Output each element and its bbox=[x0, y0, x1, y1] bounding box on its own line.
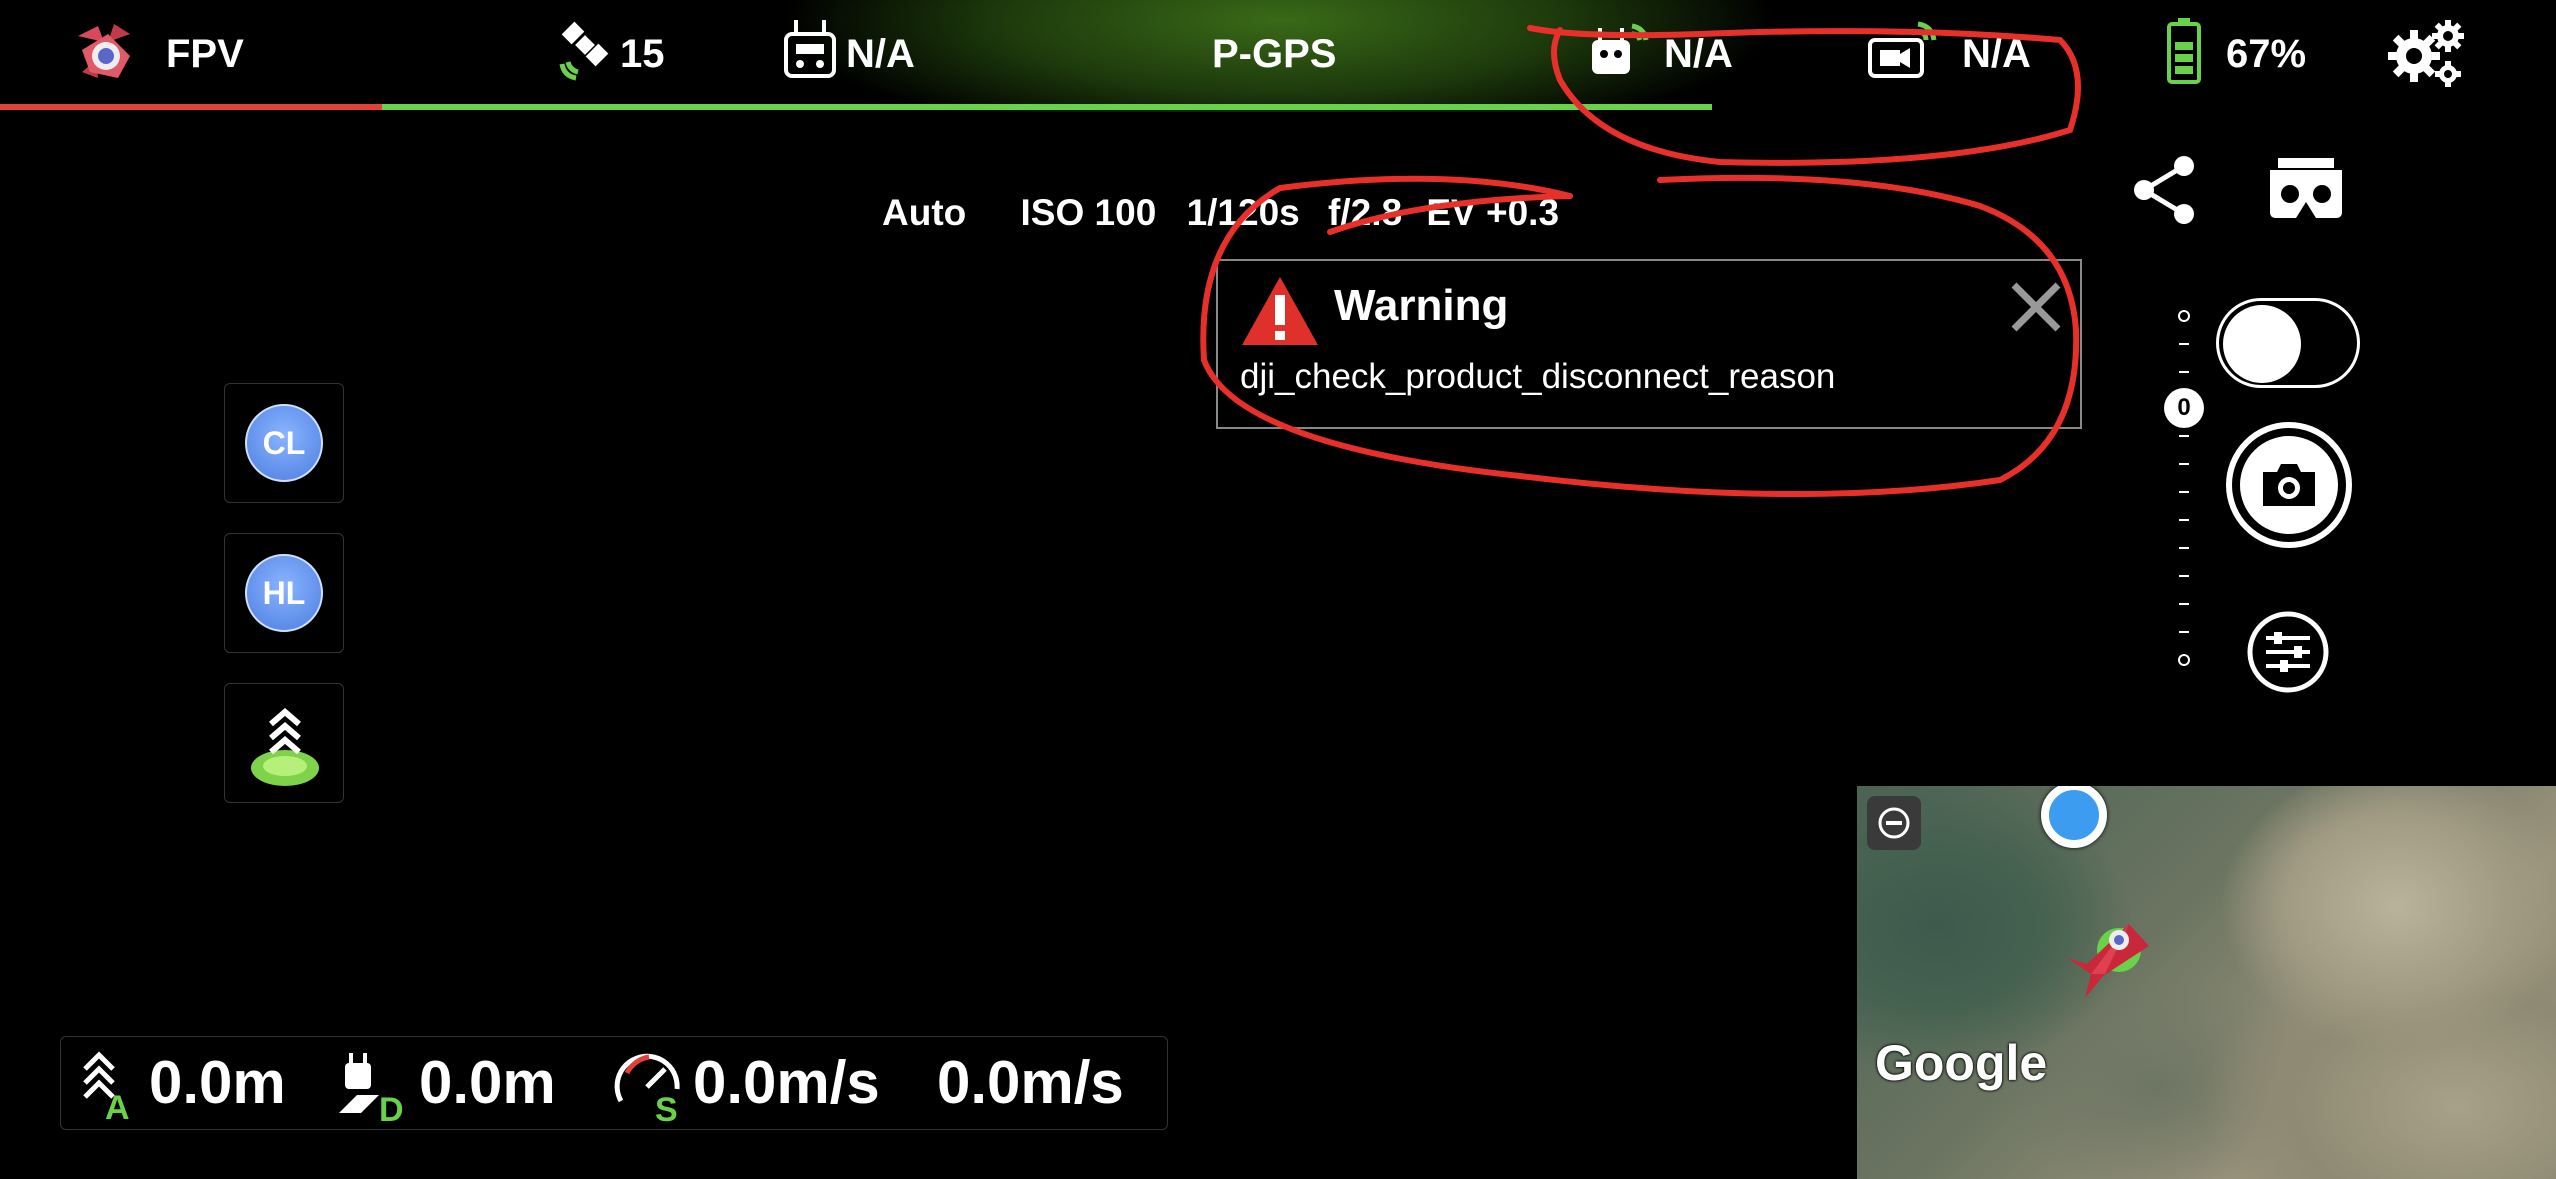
aircraft-signal-icon bbox=[1588, 18, 1652, 82]
distance-icon: D bbox=[337, 1051, 407, 1129]
course-lock-label: CL bbox=[245, 404, 323, 482]
map-minimize-button[interactable] bbox=[1867, 796, 1921, 850]
flight-mode-label[interactable]: P-GPS bbox=[1212, 30, 1336, 78]
home-lock-button[interactable]: HL bbox=[224, 533, 344, 653]
shutter-speed: 1/120s bbox=[1186, 192, 1300, 233]
exposure-mode: Auto bbox=[882, 192, 967, 233]
warning-message: dji_check_product_disconnect_reason bbox=[1240, 357, 1836, 396]
battery-icon bbox=[2166, 18, 2202, 84]
video-link-icon bbox=[1866, 18, 1938, 82]
remote-signal-value: N/A bbox=[846, 32, 915, 76]
home-lock-label: HL bbox=[245, 554, 323, 632]
takeoff-button[interactable] bbox=[224, 683, 344, 803]
takeoff-icon bbox=[245, 698, 325, 790]
settings-gear-icon[interactable] bbox=[2386, 16, 2468, 88]
shutter-button[interactable] bbox=[2226, 422, 2352, 548]
exposure-slider-thumb[interactable]: 0 bbox=[2164, 388, 2204, 428]
iso-value: ISO 100 bbox=[1020, 192, 1157, 233]
video-signal-value: N/A bbox=[1962, 32, 2031, 76]
aircraft-signal-value: N/A bbox=[1664, 32, 1733, 76]
aircraft-marker-icon bbox=[2057, 902, 2167, 1012]
svg-text:S: S bbox=[655, 1091, 678, 1123]
battery-percentage: 67% bbox=[2226, 32, 2307, 76]
mini-map[interactable]: Google bbox=[1857, 786, 2556, 1179]
satellite-icon bbox=[556, 20, 614, 84]
status-line-alert bbox=[0, 104, 382, 110]
camera-icon bbox=[2240, 436, 2338, 534]
exposure-slider[interactable]: 0 bbox=[2160, 300, 2210, 672]
warning-triangle-icon bbox=[1240, 273, 1320, 349]
status-line-ok bbox=[382, 104, 1712, 110]
svg-text:A: A bbox=[105, 1089, 130, 1121]
camera-exposure-info: Auto ISO 100 1/120s f/2.8 EV +0.3 bbox=[882, 192, 1585, 234]
vr-goggles-icon[interactable] bbox=[2266, 156, 2346, 220]
app-logo-icon[interactable] bbox=[68, 16, 140, 88]
ev-value: EV +0.3 bbox=[1426, 192, 1560, 233]
camera-settings-icon[interactable] bbox=[2244, 608, 2332, 696]
close-icon[interactable] bbox=[2008, 279, 2064, 335]
satellite-count: 15 bbox=[620, 32, 665, 76]
vertical-speed-value: 0.0m/s bbox=[937, 1049, 1124, 1116]
altitude-icon: A bbox=[81, 1047, 135, 1127]
svg-text:D: D bbox=[379, 1091, 404, 1123]
aperture-value: f/2.8 bbox=[1328, 192, 1403, 233]
horizontal-speed-value: 0.0m/s bbox=[693, 1049, 880, 1116]
home-point-marker bbox=[2041, 786, 2107, 848]
share-icon[interactable] bbox=[2132, 154, 2198, 224]
google-attribution: Google bbox=[1875, 1035, 2048, 1091]
photo-video-toggle[interactable] bbox=[2216, 298, 2360, 388]
telemetry-bar: A 0.0m D 0.0m S 0.0m/s 0.0m/s bbox=[60, 1036, 1168, 1130]
fpv-mode-label[interactable]: FPV bbox=[166, 30, 244, 78]
remote-controller-icon bbox=[782, 18, 838, 82]
altitude-value: 0.0m bbox=[149, 1049, 286, 1116]
warning-dialog: Warning dji_check_product_disconnect_rea… bbox=[1216, 259, 2082, 429]
distance-value: 0.0m bbox=[419, 1049, 556, 1116]
toggle-knob bbox=[2223, 305, 2301, 383]
course-lock-button[interactable]: CL bbox=[224, 383, 344, 503]
warning-title: Warning bbox=[1334, 281, 1509, 330]
speed-gauge-icon: S bbox=[613, 1049, 687, 1129]
